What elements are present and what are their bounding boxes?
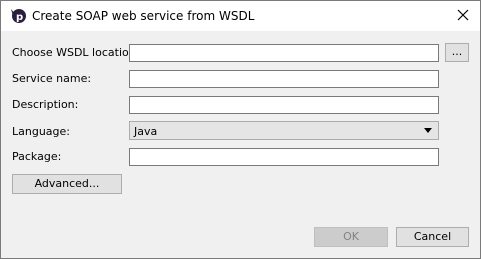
language-label: Language: [12, 125, 70, 138]
title-bar: p Create SOAP web service from WSDL [1, 1, 480, 31]
description-label: Description: [12, 98, 79, 111]
close-button[interactable] [445, 1, 480, 31]
dialog-title: Create SOAP web service from WSDL [32, 9, 255, 23]
description-input[interactable] [129, 96, 439, 114]
ok-button[interactable]: OK [314, 227, 388, 247]
app-logo-icon: p [9, 7, 27, 25]
package-label: Package: [12, 150, 62, 163]
svg-text:p: p [16, 12, 23, 23]
dialog-window: p Create SOAP web service from WSDL Choo… [0, 0, 481, 259]
wsdl-location-input[interactable] [129, 44, 439, 62]
close-icon [457, 9, 469, 24]
service-name-label: Service name: [12, 72, 92, 85]
chevron-down-icon [424, 128, 432, 133]
advanced-button[interactable]: Advanced... [12, 174, 122, 194]
wsdl-location-label: Choose WSDL location: [12, 46, 140, 59]
package-input[interactable] [129, 148, 439, 166]
browse-button[interactable]: ... [445, 43, 469, 62]
language-select[interactable]: Java [129, 121, 439, 140]
service-name-input[interactable] [129, 70, 439, 88]
cancel-button[interactable]: Cancel [396, 227, 469, 247]
language-value: Java [134, 125, 158, 138]
